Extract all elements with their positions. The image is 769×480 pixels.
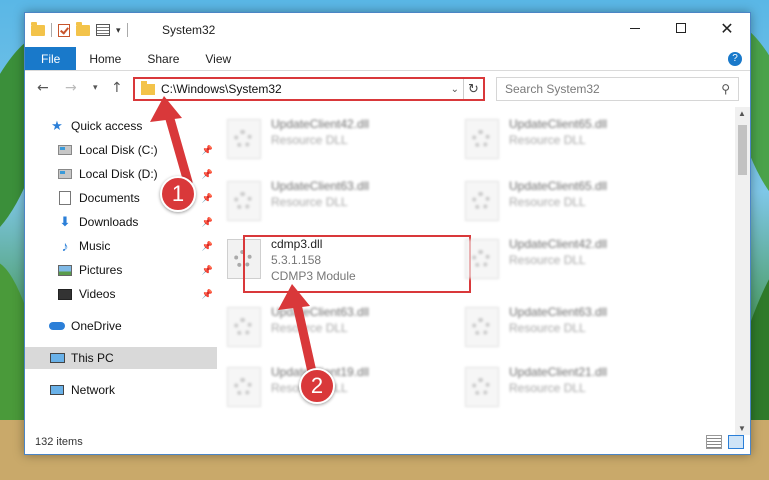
arrow-1-shaft (163, 107, 193, 187)
annotation-arrows (150, 96, 317, 377)
arrow-2-head (278, 284, 310, 310)
callout-badge-2: 2 (299, 368, 335, 404)
arrow-2-shaft (291, 295, 317, 377)
arrow-1-head (150, 96, 182, 122)
callout-badge-1: 1 (160, 176, 196, 212)
